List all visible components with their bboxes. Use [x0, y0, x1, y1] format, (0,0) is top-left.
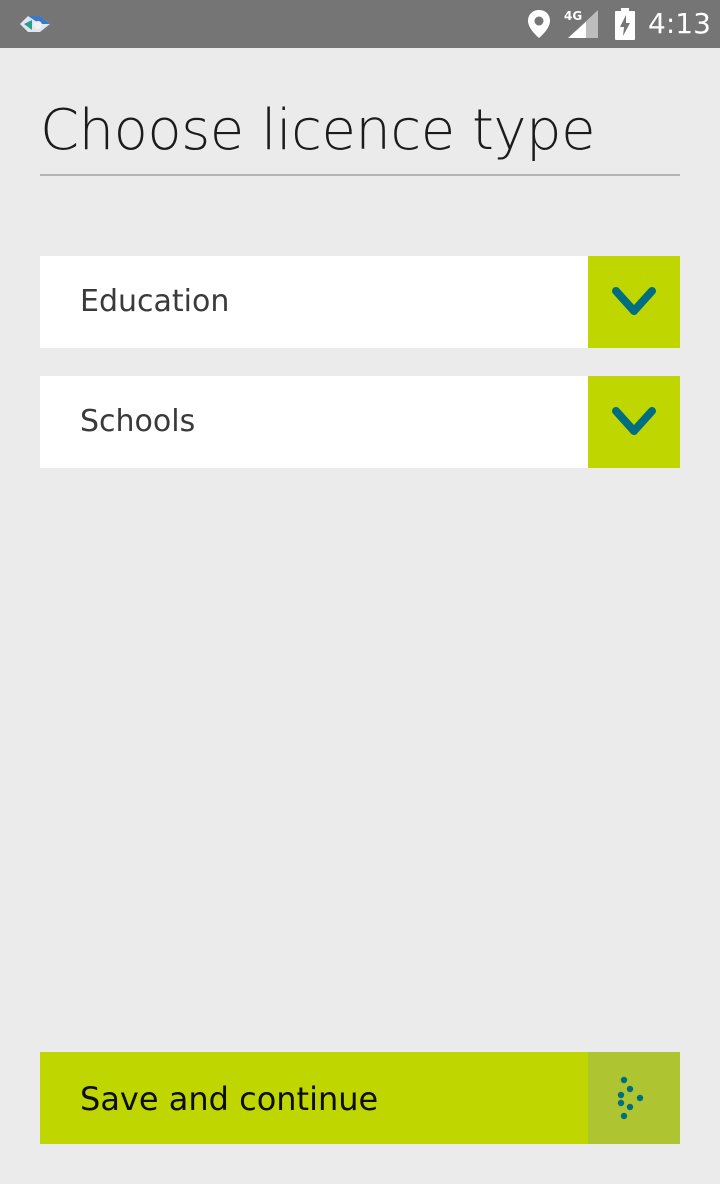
chevron-down-icon: [612, 287, 656, 315]
location-icon: [528, 10, 550, 38]
dropdown-selected-value: Education: [80, 284, 230, 319]
licence-category-dropdown[interactable]: Education: [40, 256, 680, 348]
network-type-label: 4G: [564, 9, 582, 23]
save-and-continue-button[interactable]: Save and continue: [40, 1052, 680, 1144]
status-bar: 4G 4:13: [0, 0, 720, 48]
signal-icon: 4G: [564, 9, 598, 38]
dropdown-toggle-button[interactable]: [588, 376, 680, 468]
title-divider: [40, 174, 680, 176]
save-button-icon-box[interactable]: [588, 1052, 680, 1144]
status-time: 4:13: [648, 7, 711, 40]
licence-type-dropdown[interactable]: Schools: [40, 376, 680, 468]
dotted-arrow-icon: [617, 1076, 644, 1120]
battery-charging-icon: [615, 8, 635, 40]
save-button-label: Save and continue: [80, 1080, 379, 1118]
page-title: Choose licence type: [40, 98, 596, 163]
chevron-down-icon: [612, 407, 656, 435]
dropdown-selected-value: Schools: [80, 404, 196, 439]
app-launcher-icon: [20, 16, 50, 32]
dropdown-toggle-button[interactable]: [588, 256, 680, 348]
